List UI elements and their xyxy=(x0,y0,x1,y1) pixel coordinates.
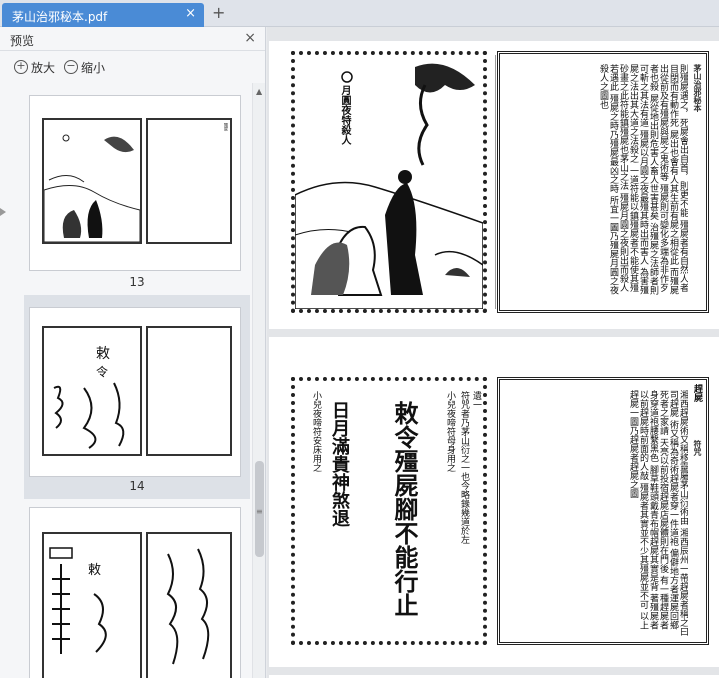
zoom-out-icon: − xyxy=(64,60,78,74)
talisman-text-1: 遺一 xyxy=(471,391,481,409)
thumb-talisman-frame: 敕 令 xyxy=(42,326,142,456)
svg-text:敕: 敕 xyxy=(88,562,101,578)
text-frame: 趕屍 符咒 湘西趕屍術又稱移靈屬茅山衍術由 湘西辰州一帶趕屍者稱之曰司趕屍 術又… xyxy=(497,377,709,645)
thumb-text: 殭屍 xyxy=(224,123,229,131)
running-header: 茅山治邪秘本 xyxy=(693,64,703,112)
thumbnail-image: 殭屍 xyxy=(29,95,241,271)
sidebar-close-icon[interactable]: × xyxy=(244,30,256,46)
illustration-frame: 月圓夜特殺人 xyxy=(291,51,487,313)
new-tab-plus-icon[interactable]: + xyxy=(212,4,225,22)
thumbnail-page-15[interactable]: 敕 xyxy=(24,507,250,678)
talisman-frame: 遺一 符咒者乃茅山衍之一也今略錄幾道於左 小兒夜啼符母身用之 小兒夜啼符安床用之… xyxy=(291,377,487,645)
svg-text:令: 令 xyxy=(96,364,108,379)
thumb-text-frame: 殭屍 xyxy=(146,118,232,244)
talisman-text-2: 符咒者乃茅山衍之一也今略錄幾道於左 xyxy=(459,391,469,544)
svg-text:敕: 敕 xyxy=(96,345,110,362)
thumbnail-image: 敕 令 xyxy=(29,307,241,477)
thumb-talisman-2 xyxy=(166,548,210,665)
section-label: 符咒 xyxy=(693,440,703,456)
thumb-illustration-frame xyxy=(42,118,142,244)
sidebar-header: 预览 × xyxy=(0,27,265,51)
zoom-toolbar: + 放大 − 缩小 xyxy=(0,54,265,80)
sidebar-title: 预览 xyxy=(10,34,35,48)
document-view[interactable]: 月圓夜特殺人 茅山治邪秘本 則殭屍遇之，死屍會出自首，則更不能 殭屍者有自然人者… xyxy=(267,27,719,678)
tab-close-icon[interactable]: × xyxy=(185,7,196,21)
thumb-talisman-frame-2 xyxy=(146,532,232,678)
tab-title: 茅山治邪秘本.pdf xyxy=(12,10,108,24)
illustration-image xyxy=(295,63,483,309)
tab-document[interactable]: 茅山治邪秘本.pdf × xyxy=(2,3,204,27)
page-body-text: 則殭屍遇之，死屍會出自首，則更不能 殭屍者有自然人者目閉而有動作死 屍出也會有人… xyxy=(598,64,688,295)
scrollbar-grip-icon: ≡ xyxy=(256,507,263,516)
zoom-in-button[interactable]: + 放大 xyxy=(14,58,55,76)
preview-sidebar: 预览 × + 放大 − 缩小 殭屍 13 敕 令 14 敕 ▲ ≡ xyxy=(0,27,266,678)
talisman-large-glyphs: 敕令殭屍腳不能行止 xyxy=(390,401,419,617)
page-body-text: 湘西趕屍術又稱移靈屬茅山衍術由 湘西辰州一帶趕屍者稱之曰司趕屍 術又稱為奇術趕屍… xyxy=(628,390,688,636)
thumbnail-label: 14 xyxy=(129,479,145,493)
thumbnail-page-13[interactable]: 殭屍 13 xyxy=(24,95,250,295)
document-page-14: 遺一 符咒者乃茅山衍之一也今略錄幾道於左 小兒夜啼符母身用之 小兒夜啼符安床用之… xyxy=(269,337,719,667)
thumbnail-image: 敕 xyxy=(29,507,241,678)
thumb-talisman: 敕 xyxy=(49,547,107,654)
thumbnail-label: 13 xyxy=(129,275,145,289)
thumbnail-scrollbar[interactable]: ▲ ≡ xyxy=(252,83,265,678)
scroll-up-arrow-icon[interactable]: ▲ xyxy=(256,87,262,96)
zoom-in-label: 放大 xyxy=(31,60,56,75)
thumb-talisman: 敕 令 xyxy=(53,345,125,449)
text-frame: 茅山治邪秘本 則殭屍遇之，死屍會出自首，則更不能 殭屍者有自然人者目閉而有動作死… xyxy=(497,51,709,313)
talisman-text-3: 小兒夜啼符母身用之 xyxy=(445,391,455,472)
zoom-out-button[interactable]: − 缩小 xyxy=(64,58,105,76)
zoom-out-label: 缩小 xyxy=(81,60,106,75)
zoom-in-icon: + xyxy=(14,60,28,74)
section-header: 趕屍 xyxy=(692,384,702,402)
thumb-text-frame xyxy=(146,326,232,456)
thumb-illustration xyxy=(43,134,141,243)
talisman-title: 小兒夜啼符安床用之 xyxy=(311,391,321,472)
tab-bar: 茅山治邪秘本.pdf × + xyxy=(0,0,719,27)
document-page-13: 月圓夜特殺人 茅山治邪秘本 則殭屍遇之，死屍會出自首，則更不能 殭屍者有自然人者… xyxy=(269,41,719,329)
thumbnail-list: 殭屍 13 敕 令 14 敕 xyxy=(0,83,252,678)
thumb-talisman-frame: 敕 xyxy=(42,532,142,678)
talisman-small-glyphs: 日月滿貴神煞退 xyxy=(329,401,350,527)
thumbnail-page-14[interactable]: 敕 令 14 xyxy=(24,295,250,499)
